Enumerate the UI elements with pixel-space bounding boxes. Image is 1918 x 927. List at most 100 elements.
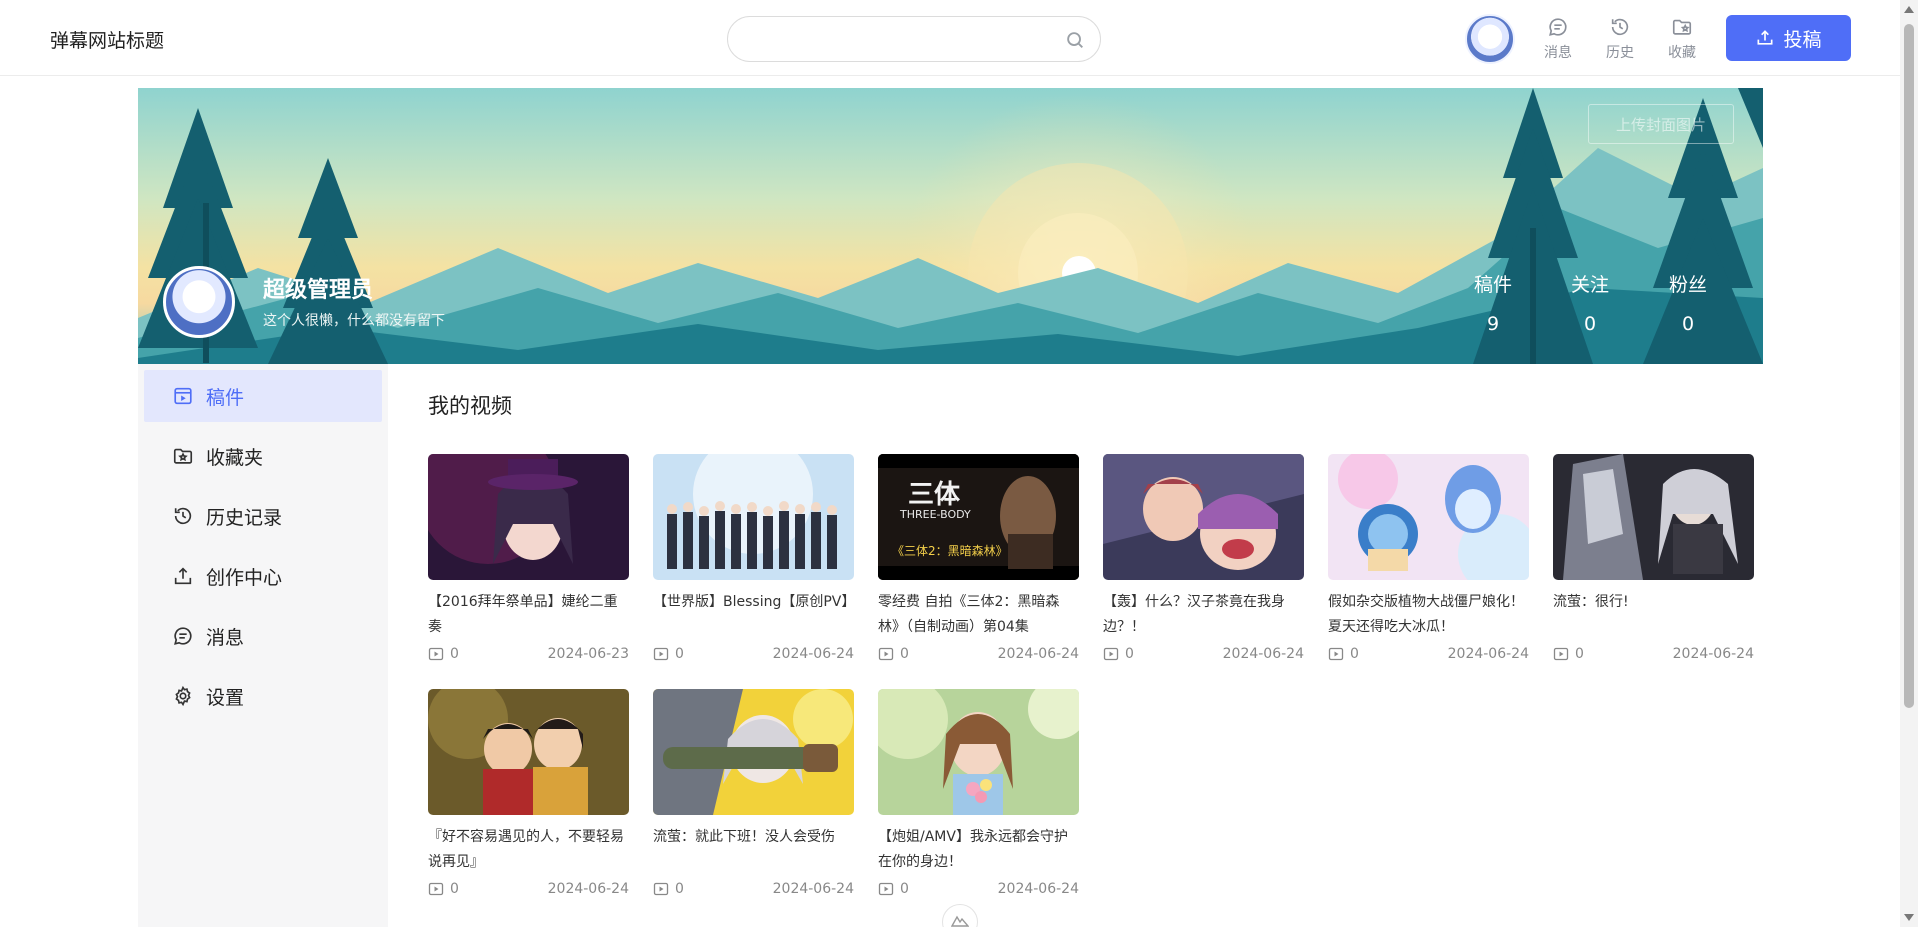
history-icon <box>174 507 192 525</box>
profile-avatar[interactable] <box>163 266 235 338</box>
video-card[interactable]: 【世界版】Blessing【原创PV】 0 2024-06-24 <box>653 454 854 664</box>
video-title[interactable]: 『好不容易遇见的人，不要轻易说再见』 <box>428 825 629 875</box>
thumb-subtitle-text: 《三体2：黑暗森林》 <box>892 544 1008 558</box>
video-title[interactable]: 【炮姐/AMV】我永远都会守护在你的身边！ <box>878 825 1079 875</box>
search-icon[interactable] <box>1064 29 1086 51</box>
top-header: 弹幕网站标题 消息 历史 收藏 投稿 <box>0 0 1900 76</box>
video-date: 2024-06-24 <box>997 881 1079 897</box>
video-card[interactable]: 流萤：就此下班！没人会受伤 0 2024-06-24 <box>653 689 854 899</box>
profile-name: 超级管理员 <box>263 278 374 303</box>
play-count-icon <box>653 647 669 661</box>
video-views: 0 <box>1125 646 1134 662</box>
video-card[interactable]: 【轰】什么？汉子茶竟在我身边？！ 0 2024-06-24 <box>1103 454 1304 664</box>
page: 弹幕网站标题 消息 历史 收藏 投稿 上传封面图片 超级管理员 这个人很懒，什么… <box>0 0 1918 927</box>
video-meta: 0 2024-06-24 <box>1328 644 1529 664</box>
nav-favorites[interactable]: 收藏 <box>1657 16 1707 62</box>
sidebar-item-favorites[interactable]: 收藏夹 <box>144 430 382 482</box>
search-box[interactable] <box>727 16 1101 62</box>
stat-fans-label: 粉丝 <box>1668 274 1707 296</box>
sidebar-item-messages[interactable]: 消息 <box>144 610 382 662</box>
nav-messages[interactable]: 消息 <box>1533 16 1583 62</box>
upload-cover-button[interactable]: 上传封面图片 <box>1588 104 1734 144</box>
video-views: 0 <box>900 881 909 897</box>
video-meta: 0 2024-06-24 <box>1553 644 1754 664</box>
play-count-icon <box>1553 647 1569 661</box>
play-count-icon <box>653 882 669 896</box>
video-views: 0 <box>450 646 459 662</box>
nav-history[interactable]: 历史 <box>1595 16 1645 62</box>
sidebar-item-settings[interactable]: 设置 <box>144 670 382 722</box>
stat-following-label: 关注 <box>1570 274 1609 296</box>
video-card[interactable]: 假如杂交版植物大战僵尸娘化！夏天还得吃大冰瓜！ 0 2024-06-24 <box>1328 454 1529 664</box>
thumb-title-text: 三体 <box>908 480 961 510</box>
thumb-english-text: THREE-BODY <box>900 508 971 521</box>
video-thumbnail[interactable] <box>1103 454 1304 580</box>
video-date: 2024-06-24 <box>547 881 629 897</box>
sidebar-item-history[interactable]: 历史记录 <box>144 490 382 542</box>
nav-favorites-label: 收藏 <box>1668 45 1696 61</box>
video-title[interactable]: 流萤：就此下班！没人会受伤 <box>653 825 854 875</box>
video-views: 0 <box>1350 646 1359 662</box>
video-card[interactable]: 三体 THREE-BODY 《三体2：黑暗森林》 零经费 自拍《三体2：黑暗森林… <box>878 454 1079 664</box>
video-card[interactable]: 【炮姐/AMV】我永远都会守护在你的身边！ 0 2024-06-24 <box>878 689 1079 899</box>
profile-signature: 这个人很懒，什么都没有留下 <box>263 313 445 329</box>
video-meta: 0 2024-06-23 <box>428 644 629 664</box>
post-button[interactable]: 投稿 <box>1726 15 1851 61</box>
video-thumbnail[interactable] <box>1553 454 1754 580</box>
sidebar-item-label: 创作中心 <box>206 566 283 589</box>
video-date: 2024-06-24 <box>997 646 1079 662</box>
search-input[interactable] <box>746 25 1046 53</box>
video-card[interactable]: 『好不容易遇见的人，不要轻易说再见』 0 2024-06-24 <box>428 689 629 899</box>
video-title[interactable]: 【世界版】Blessing【原创PV】 <box>653 590 854 640</box>
video-thumbnail[interactable] <box>1328 454 1529 580</box>
video-title[interactable]: 零经费 自拍《三体2：黑暗森林》（自制动画）第04集 <box>878 590 1079 640</box>
video-date: 2024-06-24 <box>1222 646 1304 662</box>
stat-posts[interactable]: 稿件 9 <box>1453 270 1533 335</box>
site-title[interactable]: 弹幕网站标题 <box>50 26 164 53</box>
video-meta: 0 2024-06-24 <box>1103 644 1304 664</box>
video-meta: 0 2024-06-24 <box>878 879 1079 899</box>
video-title[interactable]: 【轰】什么？汉子茶竟在我身边？！ <box>1103 590 1304 640</box>
video-meta: 0 2024-06-24 <box>653 644 854 664</box>
stat-following[interactable]: 关注 0 <box>1550 270 1630 335</box>
video-thumbnail[interactable] <box>653 689 854 815</box>
stat-fans[interactable]: 粉丝 0 <box>1648 270 1728 335</box>
video-thumbnail[interactable] <box>428 689 629 815</box>
video-views: 0 <box>450 881 459 897</box>
section-title: 我的视频 <box>428 394 512 418</box>
post-button-label: 投稿 <box>1783 28 1822 51</box>
video-card[interactable]: 【2016拜年祭单品】婕纶二重奏 0 2024-06-23 <box>428 454 629 664</box>
sidebar-item-posts[interactable]: 稿件 <box>144 370 382 422</box>
video-thumbnail[interactable] <box>428 454 629 580</box>
video-icon <box>174 387 192 405</box>
scroll-down-arrow-icon[interactable] <box>1904 914 1914 921</box>
video-card[interactable]: 流萤：很行! 0 2024-06-24 <box>1553 454 1754 664</box>
play-count-icon <box>878 882 894 896</box>
stat-posts-label: 稿件 <box>1473 274 1512 296</box>
video-title[interactable]: 【2016拜年祭单品】婕纶二重奏 <box>428 590 629 640</box>
page-scrollbar[interactable] <box>1900 0 1918 927</box>
scrollbar-thumb[interactable] <box>1904 24 1914 708</box>
scroll-up-arrow-icon[interactable] <box>1904 6 1914 13</box>
profile-sidebar: 稿件 收藏夹 历史记录 创作中心 消息 设置 <box>138 364 388 927</box>
video-thumbnail[interactable]: 三体 THREE-BODY 《三体2：黑暗森林》 <box>878 454 1079 580</box>
play-count-icon <box>878 647 894 661</box>
user-avatar[interactable] <box>1465 14 1515 64</box>
profile-banner: 上传封面图片 超级管理员 这个人很懒，什么都没有留下 稿件 9 关注 0 粉丝 … <box>138 88 1763 364</box>
video-thumbnail[interactable] <box>653 454 854 580</box>
video-thumbnail[interactable] <box>878 689 1079 815</box>
sidebar-item-label: 收藏夹 <box>206 446 264 469</box>
framework-logo-icon[interactable] <box>942 904 978 927</box>
stat-following-value: 0 <box>1583 313 1597 335</box>
video-date: 2024-06-24 <box>772 881 854 897</box>
gear-icon <box>175 685 191 707</box>
sidebar-item-creator-center[interactable]: 创作中心 <box>144 550 382 602</box>
star-folder-icon <box>173 448 193 464</box>
play-count-icon <box>428 882 444 896</box>
video-title[interactable]: 流萤：很行! <box>1553 590 1754 640</box>
video-title[interactable]: 假如杂交版植物大战僵尸娘化！夏天还得吃大冰瓜！ <box>1328 590 1529 640</box>
video-views: 0 <box>1575 646 1584 662</box>
upload-icon <box>1757 30 1773 45</box>
upload-icon <box>174 567 192 585</box>
sidebar-item-label: 设置 <box>206 686 245 709</box>
